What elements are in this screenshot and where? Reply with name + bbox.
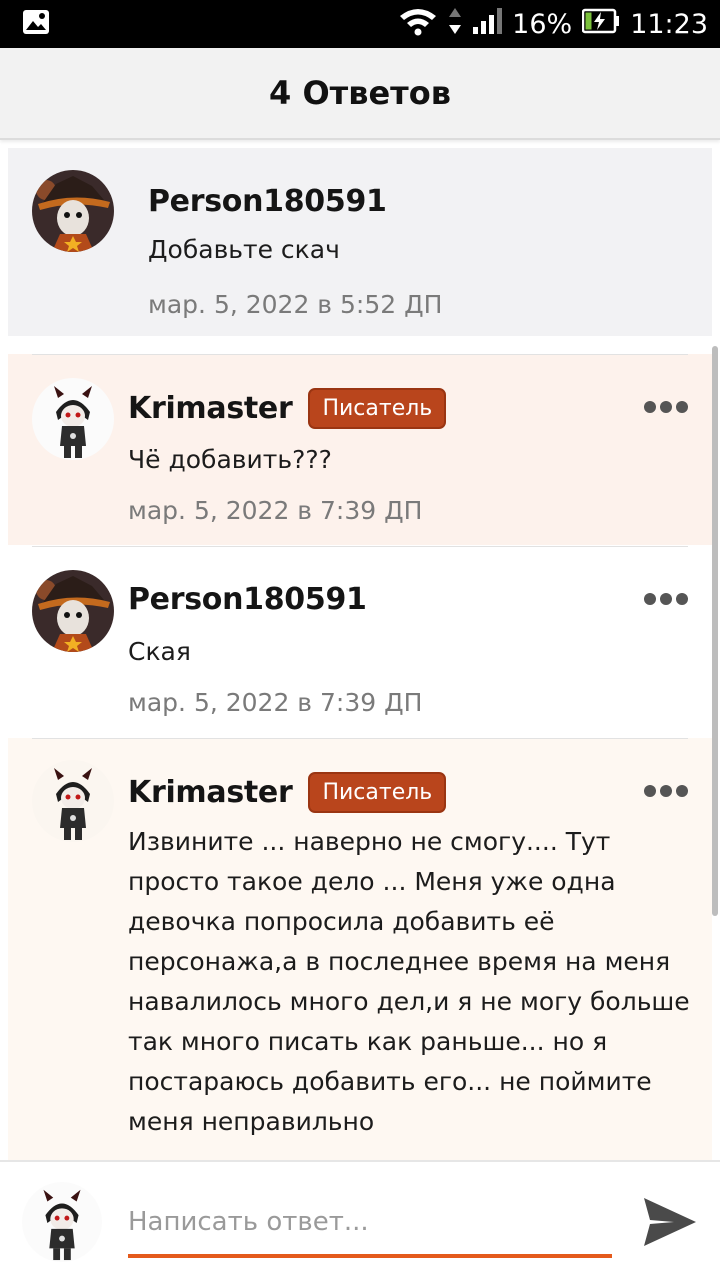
battery-icon	[581, 8, 620, 41]
replies-list[interactable]: Person180591 Добавьте скач мар. 5, 2022 …	[0, 140, 720, 1160]
divider	[32, 546, 688, 547]
comment-text-line: просто такое дело ... Меня уже одна	[128, 867, 616, 896]
page-title: 4 Ответов	[269, 74, 451, 112]
author-name[interactable]: Person180591	[128, 582, 367, 617]
author-name[interactable]: Krimaster	[128, 775, 293, 810]
wifi-icon	[398, 6, 438, 43]
send-icon	[644, 1198, 696, 1246]
comment-item[interactable]: Krimaster Писатель Извините ... наверно …	[8, 738, 712, 1160]
comment-date: мар. 5, 2022 в 5:52 ДП	[148, 290, 443, 319]
avatar[interactable]	[32, 570, 114, 652]
comment-text: Извините ... наверно не смогу.... Тут пр…	[128, 822, 690, 1142]
comment-item[interactable]: Person180591 Ская мар. 5, 2022 в 7:39 ДП	[8, 546, 712, 737]
role-badge: Писатель	[308, 388, 447, 429]
header: 4 Ответов	[0, 48, 720, 140]
reply-bar	[0, 1160, 720, 1280]
more-options-icon[interactable]	[644, 592, 688, 606]
comment-item[interactable]: Krimaster Писатель Чё добавить??? мар. 5…	[8, 354, 712, 545]
comment-text-line: персонажа,а в последнее время на меня	[128, 947, 671, 976]
comment-text-line: Извините ... наверно не смогу.... Тут	[128, 827, 611, 856]
send-button[interactable]	[640, 1192, 700, 1252]
role-badge: Писатель	[308, 772, 447, 813]
avatar	[22, 1182, 102, 1262]
comment-text-line: так много писать как раньше... но я	[128, 1027, 608, 1056]
more-options-icon[interactable]	[644, 400, 688, 414]
comment-text: Чё добавить???	[128, 445, 332, 474]
comment-text-line: девочка попросила добавить её	[128, 907, 555, 936]
author-name[interactable]: Krimaster	[128, 391, 293, 426]
battery-percent: 16%	[512, 8, 573, 40]
clock: 11:23	[630, 8, 708, 40]
comment-item[interactable]: Person180591 Добавьте скач мар. 5, 2022 …	[8, 148, 712, 336]
scrollbar[interactable]	[712, 346, 718, 916]
comment-date: мар. 5, 2022 в 7:39 ДП	[128, 496, 423, 525]
comment-text: Ская	[128, 637, 191, 666]
comment-text-line: постараюсь добавить его... не поймите	[128, 1067, 652, 1096]
comment-text-line: меня неправильно	[128, 1107, 375, 1136]
gallery-icon	[22, 8, 50, 41]
reply-input[interactable]	[128, 1198, 612, 1258]
divider	[32, 354, 688, 355]
avatar[interactable]	[32, 378, 114, 460]
comment-text: Добавьте скач	[148, 235, 340, 264]
more-options-icon[interactable]	[644, 784, 688, 798]
avatar[interactable]	[32, 170, 114, 252]
divider	[32, 738, 688, 739]
avatar[interactable]	[32, 760, 114, 842]
status-bar: 16% 11:23	[0, 0, 720, 48]
author-name[interactable]: Person180591	[148, 184, 387, 219]
signal-icon	[472, 7, 503, 42]
comment-date: мар. 5, 2022 в 7:39 ДП	[128, 688, 423, 717]
data-arrows-icon	[448, 6, 462, 43]
comment-text-line: навалилось много дел,и я не могу больше	[128, 987, 690, 1016]
